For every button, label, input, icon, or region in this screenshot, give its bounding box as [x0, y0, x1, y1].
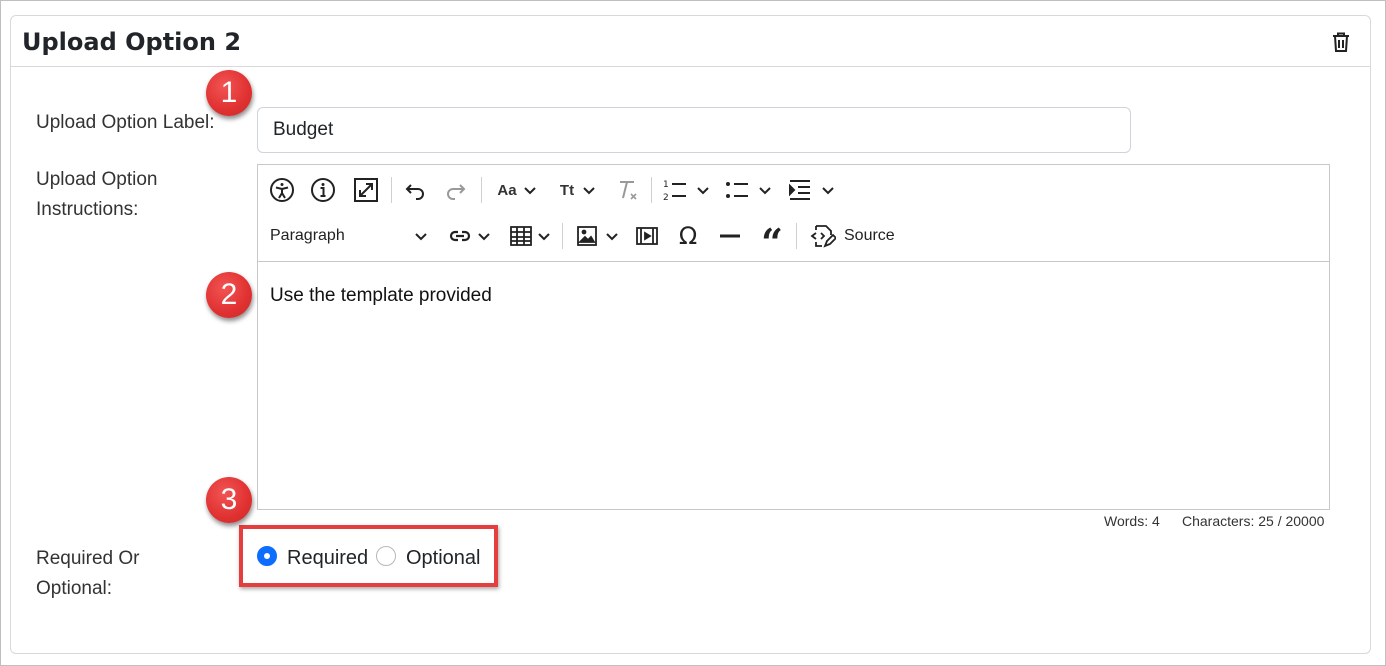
annotation-badge-1: 1	[206, 70, 252, 116]
bullet-list-icon	[726, 182, 748, 198]
fullscreen-icon[interactable]	[352, 176, 380, 204]
link-icon	[449, 230, 471, 242]
table-dropdown[interactable]	[506, 222, 554, 250]
upload-option-label-text: Upload Option Label:	[36, 112, 215, 133]
required-label-line1: Required Or	[36, 548, 140, 569]
indent-dropdown[interactable]	[785, 176, 837, 204]
chevron-down-icon	[538, 233, 550, 241]
table-icon	[510, 226, 532, 246]
highlight-box	[239, 525, 498, 587]
chevron-down-icon	[583, 187, 595, 195]
instructions-label-line2: Instructions:	[36, 199, 139, 220]
paragraph-format-select[interactable]: Paragraph	[270, 222, 428, 250]
redo-icon[interactable]	[442, 176, 470, 204]
annotation-badge-3: 3	[206, 477, 252, 523]
svg-text:2: 2	[663, 193, 669, 203]
info-icon[interactable]	[309, 176, 337, 204]
required-label-line2: Optional:	[36, 578, 113, 599]
chevron-down-icon	[606, 233, 618, 241]
remove-format-icon[interactable]	[613, 176, 641, 204]
svg-text:1: 1	[663, 180, 669, 190]
annotation-badge-2: 2	[206, 272, 252, 318]
toolbar-separator	[391, 177, 392, 203]
paragraph-select-label: Paragraph	[270, 227, 345, 244]
chevron-down-icon	[478, 233, 490, 241]
special-characters-icon[interactable]: Ω	[674, 222, 702, 250]
link-dropdown[interactable]	[444, 222, 494, 250]
chevron-down-icon	[523, 187, 536, 195]
source-button-label: Source	[844, 227, 895, 244]
chevron-down-icon	[697, 187, 709, 195]
indent-icon	[789, 180, 810, 200]
source-button[interactable]: Source	[810, 222, 898, 250]
toolbar-separator	[562, 223, 563, 249]
chevron-down-icon	[759, 187, 771, 195]
character-count: Characters: 25 / 20000	[1182, 513, 1325, 529]
undo-icon[interactable]	[401, 176, 429, 204]
instructions-label-line1: Upload Option	[36, 169, 158, 190]
toolbar-separator	[651, 177, 652, 203]
horizontal-line-icon[interactable]	[716, 222, 744, 250]
rich-text-editor: Aa Tt 1 2 Paragraph Ω “ Source Use the t…	[257, 164, 1330, 510]
image-dropdown[interactable]	[572, 222, 622, 250]
bullet-list-dropdown[interactable]	[722, 176, 774, 204]
font-family-dropdown[interactable]: Aa	[494, 176, 540, 204]
word-count: Words: 4	[1104, 513, 1160, 529]
chevron-down-icon	[822, 187, 834, 195]
font-family-glyph: Aa	[497, 181, 517, 199]
media-embed-icon[interactable]	[633, 222, 661, 250]
font-size-glyph: Tt	[559, 181, 575, 199]
source-code-icon	[810, 225, 836, 248]
upload-option-label-input[interactable]	[257, 107, 1131, 153]
toolbar-separator	[796, 223, 797, 249]
block-quote-icon[interactable]: “	[758, 222, 786, 262]
editor-toolbar: Aa Tt 1 2 Paragraph Ω “ Source	[258, 165, 1329, 262]
image-icon	[577, 226, 597, 246]
numbered-list-dropdown[interactable]: 1 2	[660, 176, 712, 204]
numbered-list-icon: 1 2	[663, 180, 686, 203]
card-header: Upload Option 2	[11, 16, 1370, 67]
accessibility-icon[interactable]	[268, 176, 296, 204]
card-title: Upload Option 2	[22, 28, 242, 56]
toolbar-separator	[481, 177, 482, 203]
trash-icon[interactable]	[1329, 30, 1353, 54]
font-size-dropdown[interactable]: Tt	[555, 176, 601, 204]
chevron-down-icon	[415, 233, 427, 241]
editor-content[interactable]: Use the template provided	[270, 285, 492, 307]
